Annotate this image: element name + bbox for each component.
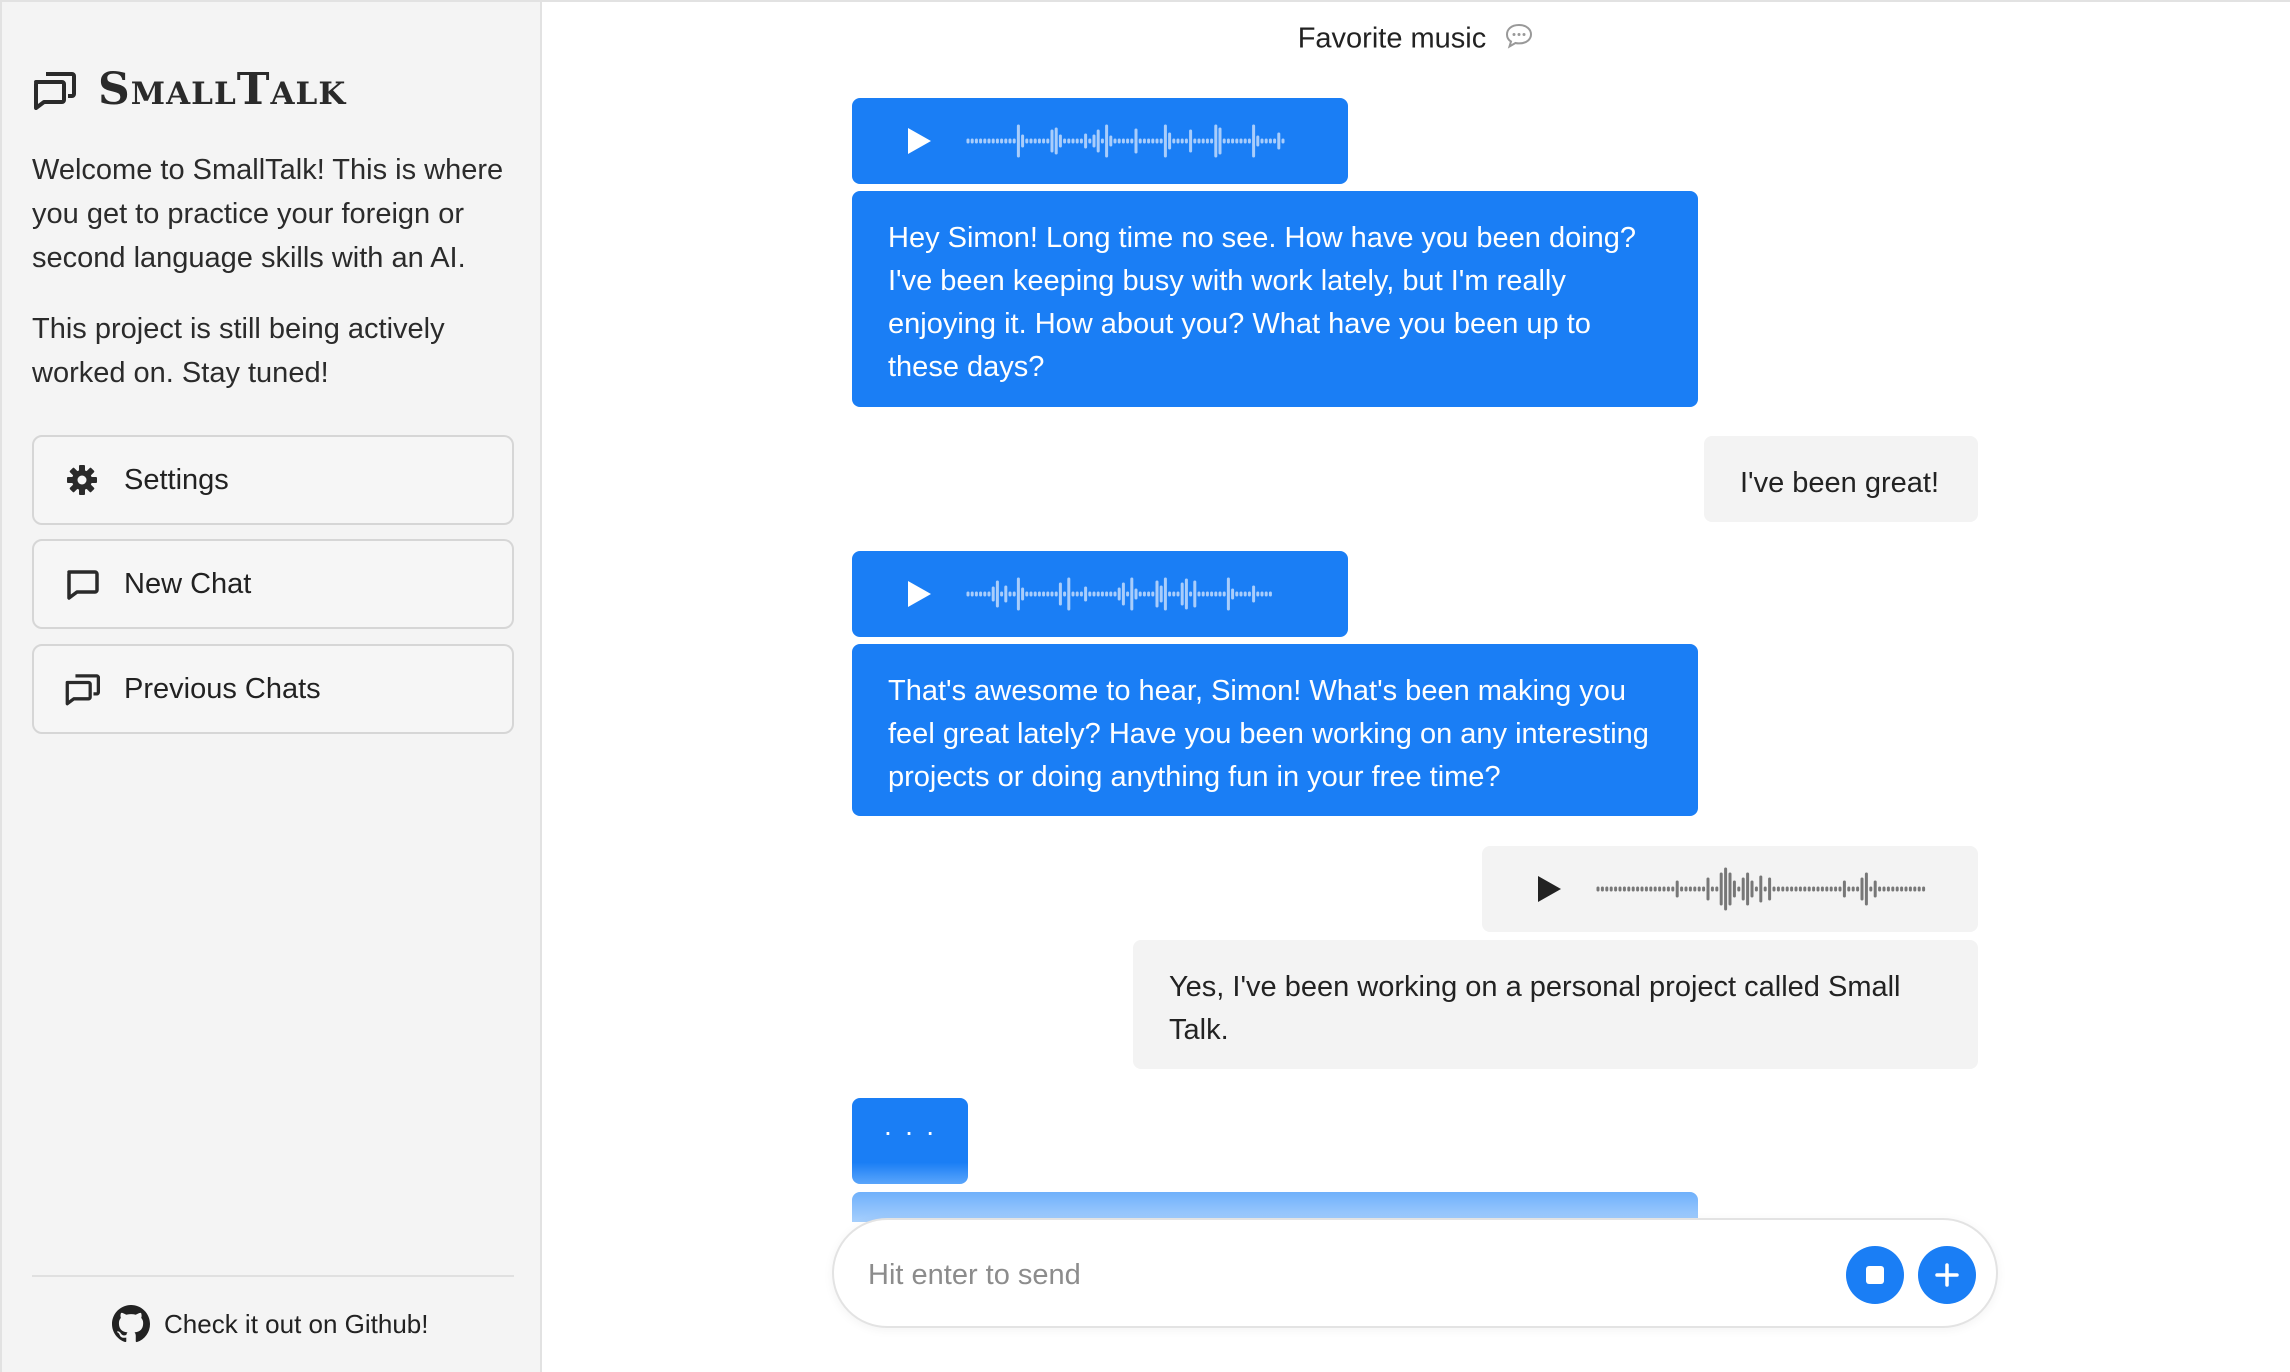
- assistant-audio-message: [852, 551, 1348, 637]
- chat-bubble-icon: [64, 566, 100, 602]
- sidebar: SmallTalk Welcome to SmallTalk! This is …: [0, 0, 542, 1372]
- speech-bubble-icon: [1504, 22, 1534, 58]
- plus-icon: [1935, 1263, 1959, 1287]
- github-link[interactable]: Check it out on Github!: [112, 1305, 428, 1343]
- chats-icon: [34, 71, 76, 110]
- gear-icon: [64, 462, 100, 498]
- user-audio-message: [1482, 846, 1978, 932]
- audio-waveform[interactable]: [966, 572, 1286, 616]
- stop-icon: [1866, 1266, 1884, 1284]
- github-label: Check it out on Github!: [164, 1308, 429, 1339]
- message-composer: [832, 1218, 1998, 1328]
- previous-chats-button[interactable]: Previous Chats: [32, 644, 514, 734]
- new-chat-button[interactable]: New Chat: [32, 539, 514, 629]
- status-paragraph: This project is still being actively wor…: [32, 313, 445, 389]
- audio-waveform[interactable]: [1596, 867, 1946, 911]
- play-icon[interactable]: [1532, 873, 1564, 905]
- assistant-audio-message: [852, 98, 1348, 184]
- add-button[interactable]: [1918, 1246, 1976, 1304]
- brand: SmallTalk: [32, 64, 346, 115]
- previous-chats-label: Previous Chats: [124, 672, 321, 705]
- intro-text: Welcome to SmallTalk! This is where you …: [32, 148, 532, 395]
- assistant-message: That's awesome to hear, Simon! What's be…: [852, 644, 1698, 816]
- play-icon[interactable]: [902, 125, 934, 157]
- typing-dots: · · ·: [883, 1116, 937, 1147]
- settings-label: Settings: [124, 463, 229, 496]
- stop-recording-button[interactable]: [1846, 1246, 1904, 1304]
- chats-icon: [64, 671, 100, 707]
- chat-panel: Favorite music Hey Simon! Long time no s…: [542, 0, 2290, 1372]
- settings-button[interactable]: Settings: [32, 435, 514, 525]
- assistant-message: Hey Simon! Long time no see. How have yo…: [852, 191, 1698, 407]
- chat-title-text: Favorite music: [1297, 22, 1487, 55]
- brand-name: SmallTalk: [98, 64, 347, 115]
- play-icon[interactable]: [902, 578, 934, 610]
- typing-indicator: · · ·: [852, 1098, 968, 1184]
- new-chat-label: New Chat: [124, 567, 252, 600]
- intro-paragraph: Welcome to SmallTalk! This is where you …: [32, 154, 504, 274]
- message-input[interactable]: [868, 1250, 1828, 1300]
- audio-waveform[interactable]: [966, 119, 1286, 163]
- sidebar-divider: [32, 1275, 514, 1277]
- github-icon: [112, 1305, 150, 1343]
- user-message: I've been great!: [1704, 436, 1978, 522]
- chat-title: Favorite music: [542, 22, 2290, 58]
- user-message: Yes, I've been working on a personal pro…: [1133, 940, 1978, 1069]
